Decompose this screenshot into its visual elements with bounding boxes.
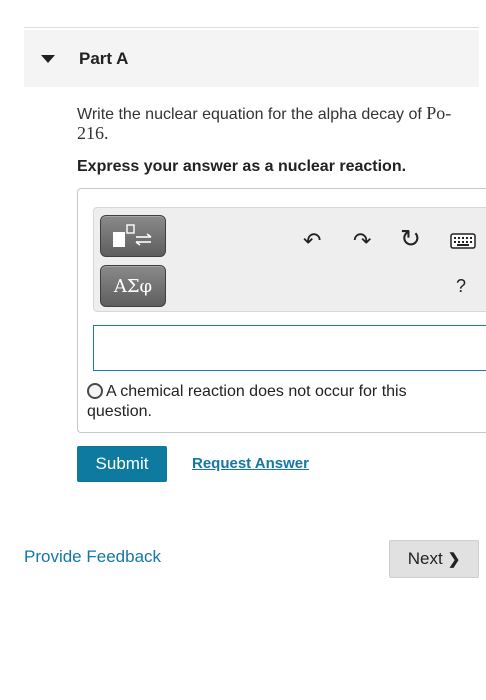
submit-button[interactable]: Submit xyxy=(77,446,167,482)
next-label: Next xyxy=(407,549,443,568)
templates-button[interactable] xyxy=(100,215,166,257)
answer-input[interactable] xyxy=(93,325,486,371)
help-icon[interactable]: ? xyxy=(456,276,466,297)
question-end: . xyxy=(104,123,109,143)
reset-icon[interactable]: ↻ xyxy=(400,227,421,252)
next-button[interactable]: Next ❯ xyxy=(389,540,479,578)
chevron-right-icon: ❯ xyxy=(447,551,461,568)
answer-instruction: Express your answer as a nuclear reactio… xyxy=(77,158,407,175)
provide-feedback-link[interactable]: Provide Feedback xyxy=(24,547,161,567)
no-reaction-label: A chemical reaction does not occur for t… xyxy=(87,383,407,420)
caret-down-icon[interactable] xyxy=(41,55,55,63)
symbols-label: ΑΣφ xyxy=(113,275,153,297)
math-toolbar: ΑΣφ ↶ ↷ ↻ ? xyxy=(93,207,486,312)
no-reaction-option[interactable]: A chemical reaction does not occur for t… xyxy=(87,382,447,422)
symbols-button[interactable]: ΑΣφ xyxy=(100,265,166,307)
part-title: Part A xyxy=(79,49,129,68)
no-reaction-checkbox[interactable] xyxy=(87,383,103,399)
redo-icon[interactable]: ↷ xyxy=(353,230,371,252)
page: Part A Write the nuclear equation for th… xyxy=(0,0,486,700)
question-prompt: Write the nuclear equation for the alpha… xyxy=(77,106,427,123)
question-text: Write the nuclear equation for the alpha… xyxy=(77,104,457,144)
divider xyxy=(24,27,479,28)
answer-panel: ΑΣφ ↶ ↷ ↻ ? A chemical reaction does not… xyxy=(77,188,486,433)
template-reaction-icon xyxy=(113,224,152,247)
request-answer-link[interactable]: Request Answer xyxy=(192,455,309,472)
part-header[interactable]: Part A xyxy=(24,30,479,87)
undo-icon[interactable]: ↶ xyxy=(303,230,321,252)
keyboard-icon[interactable] xyxy=(450,233,476,249)
